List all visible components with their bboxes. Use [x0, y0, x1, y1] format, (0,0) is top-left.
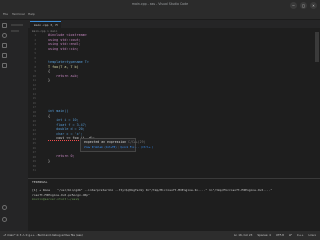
line-number: 21: [32, 123, 36, 127]
code-text: T foo(T a, T b): [48, 64, 79, 69]
terminal-line: [1] + Done "/usr/bin/gdb" --interpreter=…: [32, 188, 273, 192]
code-line: return a+b;: [48, 73, 79, 78]
code-text: return 0;: [48, 154, 75, 158]
line-number: 18: [32, 109, 36, 114]
line-number: 10: [32, 73, 36, 78]
error-hover-popup: expected an expression C/C++(29) View Pr…: [80, 138, 153, 152]
tab-main-cpp[interactable]: main.cpp 3, M: [30, 21, 62, 28]
code-text: }: [48, 158, 51, 163]
line-number: 2: [34, 37, 36, 42]
code-text: using std::cout;: [48, 37, 81, 42]
editor[interactable]: main.cpp 3, M main.cpp > main 1234567891…: [28, 20, 320, 178]
code-text: return a+b;: [48, 73, 79, 78]
menu-bar: File Terminal Help: [0, 10, 320, 20]
line-number: 16: [32, 100, 36, 105]
sidebar-row[interactable]: [11, 24, 23, 26]
line-number: 3: [34, 42, 36, 46]
menu-item-file[interactable]: File: [3, 13, 8, 16]
line-number: 12: [32, 82, 36, 87]
line-number: 9: [34, 69, 36, 73]
editor-scrollbar[interactable]: [315, 32, 319, 62]
account-icon[interactable]: [2, 205, 7, 210]
line-number: 29: [32, 159, 36, 163]
code-text: }: [48, 78, 51, 82]
menu-item-terminal[interactable]: Terminal: [12, 13, 25, 16]
line-number: 20: [32, 118, 36, 123]
title-bar: main.cpp - ass - Visual Studio Code – □ …: [0, 0, 320, 10]
code-text: {: [48, 113, 51, 118]
quick-fix-link[interactable]: Quick Fix... (Ctrl+.): [120, 146, 153, 149]
line-number: 7: [34, 60, 36, 64]
status-left[interactable]: ⎇ main* ⊘ 3 ⚠ 0 g++ - Build and debug ac…: [3, 234, 83, 237]
activity-bar: [0, 20, 9, 231]
code-text: #include <iostream>: [48, 33, 87, 37]
line-number: 4: [34, 46, 36, 51]
line-number: 13: [32, 87, 36, 91]
code-text: double d = 20;: [48, 127, 85, 131]
terminal-prompt[interactable]: moulin@server-ntuit:~/ass$: [32, 198, 81, 201]
line-number: 17: [32, 105, 36, 109]
line-number: 31: [32, 168, 36, 172]
view-problem-link[interactable]: View Problem (Alt+F8): [84, 146, 117, 149]
line-number: 26: [32, 145, 36, 150]
line-number: 15: [32, 96, 36, 100]
line-ending[interactable]: LF: [289, 233, 292, 237]
line-number: 14: [32, 91, 36, 96]
sidebar: [9, 20, 29, 231]
line-number: 19: [32, 114, 36, 118]
sidebar-row[interactable]: [11, 30, 19, 32]
line-number: 30: [32, 163, 36, 168]
line-number: 22: [32, 127, 36, 132]
code-text: template<typename T>: [48, 60, 89, 64]
code-line: T foo(T a, T b): [48, 64, 79, 69]
code-text: char c = 'x';: [48, 131, 83, 136]
tab-terminal[interactable]: TERMINAL: [32, 181, 47, 184]
code-text: {: [48, 69, 51, 73]
code-text: using std::endl;: [48, 42, 81, 46]
line-number: 27: [32, 150, 36, 154]
cursor-position[interactable]: Ln 16, Col 23: [234, 233, 252, 237]
line-number: 5: [34, 51, 36, 55]
hover-code-ref: C/C++(29): [128, 140, 146, 144]
code-text: int i = 10;: [48, 118, 79, 122]
code-line: }: [48, 78, 51, 82]
code-text: int main(): [48, 109, 69, 113]
hover-actions: View Problem (Alt+F8)|Quick Fix... (Ctrl…: [84, 146, 153, 150]
hover-message-text: expected an expression: [84, 140, 127, 144]
encoding[interactable]: UTF-8: [276, 233, 284, 237]
line-number: 6: [34, 55, 36, 60]
maximize-button[interactable]: □: [300, 2, 307, 9]
code-line: }: [48, 158, 51, 163]
line-number: 8: [34, 64, 36, 69]
source-control-icon[interactable]: [2, 43, 7, 48]
tab-bar: main.cpp 3, M: [28, 20, 320, 28]
indentation[interactable]: Spaces: 4: [257, 233, 271, 237]
code-text: using std::cin;: [48, 46, 79, 51]
debug-icon[interactable]: [2, 53, 7, 58]
window-title: main.cpp - ass - Visual Studio Code: [131, 2, 189, 6]
status-right: Ln 16, Col 23 Spaces: 4 UTF-8 LF C++ Lin…: [230, 234, 316, 237]
line-number: 1: [34, 33, 36, 37]
line-number: 11: [32, 78, 36, 82]
terminal-panel: TERMINAL [1] + Done "/usr/bin/gdb" --int…: [28, 178, 320, 232]
explorer-icon[interactable]: [2, 23, 7, 28]
search-icon[interactable]: [2, 33, 7, 38]
status-bar: ⎇ main* ⊘ 3 ⚠ 0 g++ - Build and debug ac…: [0, 231, 320, 240]
line-number: 23: [32, 132, 36, 136]
line-number: 28: [32, 154, 36, 159]
code-text: float f = 3.47;: [48, 122, 87, 127]
minimize-button[interactable]: –: [290, 2, 297, 9]
code-line: return 0;: [48, 154, 75, 158]
extensions-icon[interactable]: [2, 63, 7, 68]
platform[interactable]: Linux: [308, 233, 316, 237]
menu-item-help[interactable]: Help: [28, 13, 35, 16]
code-line: int main(): [48, 109, 69, 113]
gear-icon[interactable]: [2, 217, 7, 222]
close-button[interactable]: ×: [310, 2, 317, 9]
line-number: 25: [32, 141, 36, 145]
language-mode[interactable]: C++: [297, 233, 304, 237]
line-number: 24: [32, 136, 36, 141]
code-line: using std::cin;: [48, 46, 79, 51]
hover-message: expected an expression C/C++(29): [84, 140, 146, 144]
